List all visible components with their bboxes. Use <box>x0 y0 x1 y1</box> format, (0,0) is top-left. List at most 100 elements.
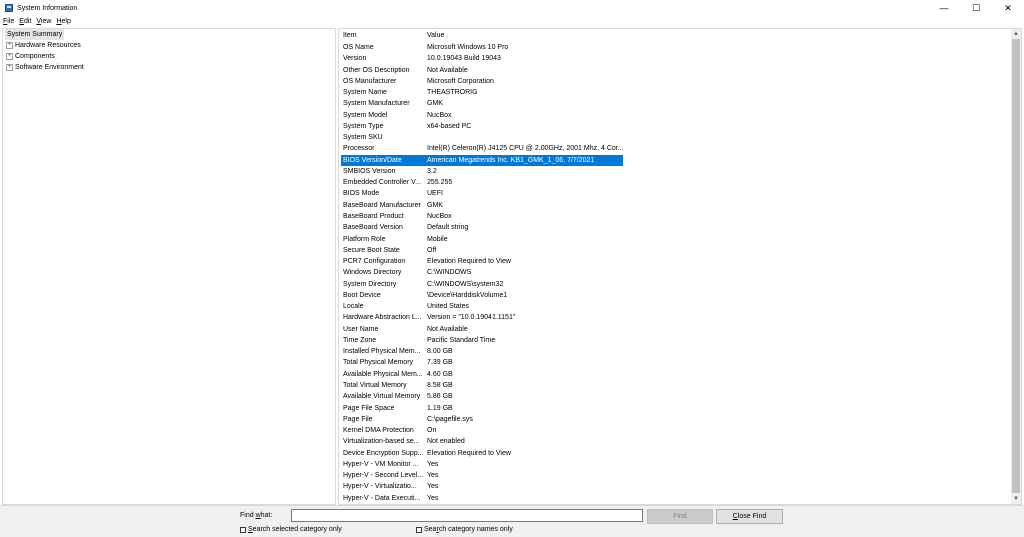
tree-item-hardware-resources[interactable]: + Hardware Resources <box>3 40 335 51</box>
row-value-cell: Microsoft Corporation <box>427 77 494 85</box>
row-item-cell: Kernel DMA Protection <box>343 427 414 435</box>
table-row[interactable]: Available Virtual Memory 5.86 GB <box>339 391 1011 402</box>
search-category-names-checkbox[interactable]: Sea r ch category names only <box>416 526 513 533</box>
table-row[interactable]: Embedded Controller V... 255.255 <box>339 177 1011 188</box>
table-row[interactable]: Available Physical Mem... 4.60 GB <box>339 369 1011 380</box>
table-row[interactable]: System Manufacturer GMK <box>339 98 1011 109</box>
close-find-button[interactable]: Close Find <box>716 509 783 524</box>
menu-edit[interactable]: Edit <box>19 18 31 25</box>
row-value-cell: \Device\HarddiskVolume1 <box>427 291 508 299</box>
table-row[interactable]: SMBIOS Version 3.2 <box>339 166 1011 177</box>
table-row[interactable]: Boot Device \Device\HarddiskVolume1 <box>339 290 1011 301</box>
vertical-scrollbar[interactable]: ▲ ▼ <box>1011 29 1021 504</box>
table-row[interactable]: Processor Intel(R) Celeron(R) J4125 CPU @… <box>339 143 1011 154</box>
table-row[interactable]: Hyper-V - VM Monitor ... Yes <box>339 459 1011 470</box>
row-value-cell: Intel(R) Celeron(R) J4125 CPU @ 2.00GHz,… <box>427 145 624 153</box>
column-header-item[interactable]: Item <box>343 32 357 39</box>
table-row[interactable]: Windows Directory C:\WINDOWS <box>339 267 1011 278</box>
row-value-cell: Yes <box>427 494 439 502</box>
checkbox-icon[interactable] <box>240 526 246 533</box>
table-row[interactable]: Secure Boot State Off <box>339 245 1011 256</box>
table-row[interactable]: System SKU <box>339 132 1011 143</box>
table-row[interactable]: Total Physical Memory 7.39 GB <box>339 357 1011 368</box>
row-item-cell: Windows Directory <box>343 269 402 277</box>
table-row[interactable]: BaseBoard Version Default string <box>339 222 1011 233</box>
table-row[interactable]: Platform Role Mobile <box>339 234 1011 245</box>
table-row[interactable]: Total Virtual Memory 8.58 GB <box>339 380 1011 391</box>
find-what-input[interactable] <box>291 509 643 522</box>
maximize-icon: ☐ <box>971 2 981 13</box>
table-row[interactable]: Kernel DMA Protection On <box>339 425 1011 436</box>
table-row[interactable]: User Name Not Available <box>339 324 1011 335</box>
table-row[interactable]: OS Manufacturer Microsoft Corporation <box>339 76 1011 87</box>
table-row[interactable]: Virtualization-based se... Not enabled <box>339 436 1011 447</box>
row-item-cell: Hyper-V - Data Executi... <box>343 494 421 502</box>
table-row[interactable]: Hyper-V - Virtualizatio... Yes <box>339 481 1011 492</box>
checkbox-icon[interactable] <box>416 526 422 533</box>
table-row[interactable]: BIOS Version/Date American Megatrends Inc… <box>339 154 1011 166</box>
row-value-cell: 10.0.19043 Build 19043 <box>427 55 501 63</box>
close-button[interactable]: ✕ <box>992 0 1024 16</box>
menu-file[interactable]: File <box>3 18 14 25</box>
title-bar: System Information — ☐ ✕ <box>0 0 1024 16</box>
expand-icon[interactable]: + <box>6 42 13 49</box>
tree-item-label: Hardware Resources <box>15 42 81 49</box>
table-row[interactable]: BIOS Mode UEFI <box>339 188 1011 199</box>
minimize-button[interactable]: — <box>928 0 960 16</box>
tree-item-label: System Summary <box>5 29 65 40</box>
tree-item-system-summary[interactable]: System Summary <box>3 29 335 40</box>
row-value-cell: NucBox <box>427 111 452 119</box>
expand-icon[interactable]: + <box>6 53 13 60</box>
row-value-cell: Elevation Required to View <box>427 258 511 266</box>
table-row[interactable]: BaseBoard Product NucBox <box>339 211 1011 222</box>
table-row[interactable]: Installed Physical Mem... 8.00 GB <box>339 346 1011 357</box>
table-row[interactable]: OS Name Microsoft Windows 10 Pro <box>339 42 1011 53</box>
table-row[interactable]: Hardware Abstraction L... Version = "10.0… <box>339 312 1011 323</box>
menu-view[interactable]: View <box>36 18 51 25</box>
column-header-value[interactable]: Value <box>427 32 444 39</box>
row-value-cell: Not Available <box>427 66 468 74</box>
table-row[interactable]: Page File C:\pagefile.sys <box>339 414 1011 425</box>
table-row[interactable]: System Type x64-based PC <box>339 121 1011 132</box>
table-row[interactable]: System Directory C:\WINDOWS\system32 <box>339 279 1011 290</box>
menu-help[interactable]: Help <box>56 18 70 25</box>
find-button[interactable]: Find <box>647 509 713 524</box>
row-value-cell: 8.00 GB <box>427 348 453 356</box>
row-item-cell: System Directory <box>343 280 397 288</box>
tree-item-components[interactable]: + Components <box>3 51 335 62</box>
category-tree[interactable]: System Summary + Hardware Resources + Co… <box>2 28 336 505</box>
table-row[interactable]: PCR7 Configuration Elevation Required to … <box>339 256 1011 267</box>
table-row[interactable]: Device Encryption Supp... Elevation Requi… <box>339 448 1011 459</box>
row-item-cell: System Name <box>343 89 387 97</box>
row-item-cell: SMBIOS Version <box>343 167 396 175</box>
minimize-icon: — <box>939 3 949 13</box>
table-row[interactable]: Hyper-V - Data Executi... Yes <box>339 493 1011 504</box>
table-row[interactable]: Other OS Description Not Available <box>339 65 1011 76</box>
table-row[interactable]: Time Zone Pacific Standard Time <box>339 335 1011 346</box>
table-row[interactable]: Locale United States <box>339 301 1011 312</box>
scroll-thumb[interactable] <box>1012 39 1020 493</box>
tree-item-software-environment[interactable]: + Software Environment <box>3 62 335 73</box>
row-item-cell: Hyper-V - VM Monitor ... <box>343 460 419 468</box>
tree-item-label: Software Environment <box>15 64 84 71</box>
table-row[interactable]: System Model NucBox <box>339 110 1011 121</box>
table-row[interactable]: Page File Space 1.19 GB <box>339 403 1011 414</box>
scroll-down-icon[interactable]: ▼ <box>1011 494 1021 504</box>
row-value-cell: Microsoft Windows 10 Pro <box>427 44 509 51</box>
expand-icon[interactable]: + <box>6 64 13 71</box>
row-item-cell: Locale <box>343 303 364 311</box>
maximize-button[interactable]: ☐ <box>960 0 992 16</box>
table-row[interactable]: Version 10.0.19043 Build 19043 <box>339 53 1011 64</box>
table-row[interactable]: BaseBoard Manufacturer GMK <box>339 200 1011 211</box>
search-selected-category-checkbox[interactable]: Search selected category only <box>240 526 342 533</box>
row-item-cell: BaseBoard Manufacturer <box>343 201 421 209</box>
table-row[interactable]: System Name THEASTRORIG <box>339 87 1011 98</box>
table-row[interactable]: Hyper-V - Second Level... Yes <box>339 470 1011 481</box>
row-value-cell: 4.60 GB <box>427 370 453 378</box>
row-value-cell: C:\pagefile.sys <box>427 415 473 423</box>
scroll-up-icon[interactable]: ▲ <box>1011 29 1021 39</box>
row-value-cell: GMK <box>427 201 443 209</box>
row-value-cell: Off <box>427 246 437 254</box>
details-list[interactable]: Item Value OS Name Microsoft Windows 10 P… <box>338 28 1022 505</box>
row-item-cell: PCR7 Configuration <box>343 258 406 266</box>
